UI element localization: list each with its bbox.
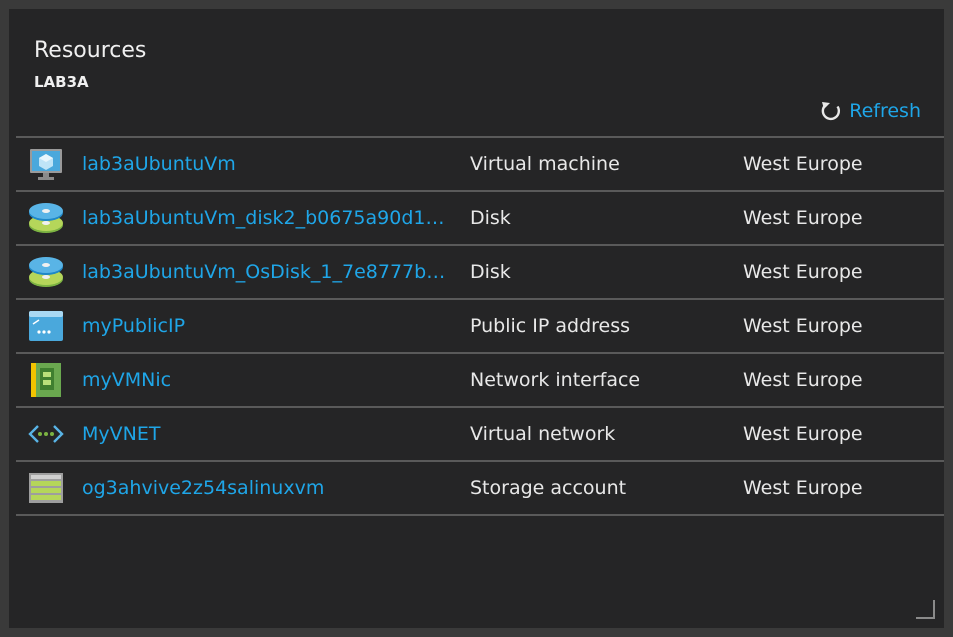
resources-tile: Resources LAB3A Refresh lab3aUbuntuVm Vi… [9, 9, 944, 628]
resource-type: Disk [470, 261, 511, 283]
resource-name-link[interactable]: myVMNic [82, 369, 452, 391]
resource-type: Virtual machine [470, 153, 620, 175]
disk-icon [29, 257, 63, 287]
public-ip-icon [29, 311, 63, 341]
resource-type: Public IP address [470, 315, 631, 337]
resource-location: West Europe [743, 207, 863, 229]
resource-location: West Europe [743, 423, 863, 445]
resource-location: West Europe [743, 153, 863, 175]
resource-type: Storage account [470, 477, 627, 499]
table-row[interactable]: MyVNET Virtual network West Europe [16, 406, 944, 460]
disk-icon [29, 203, 63, 233]
resource-location: West Europe [743, 315, 863, 337]
resize-handle[interactable] [914, 598, 936, 620]
resources-table: lab3aUbuntuVm Virtual machine West Europ… [16, 136, 944, 516]
resource-location: West Europe [743, 477, 863, 499]
resource-type: Network interface [470, 369, 641, 391]
resource-name-link[interactable]: myPublicIP [82, 315, 452, 337]
resource-name-link[interactable]: MyVNET [82, 423, 452, 445]
table-row[interactable]: lab3aUbuntuVm_OsDisk_1_7e8777ba… Disk We… [16, 244, 944, 298]
table-row[interactable]: myPublicIP Public IP address West Europe [16, 298, 944, 352]
resource-name-link[interactable]: lab3aUbuntuVm_disk2_b0675a90d13… [82, 207, 452, 229]
resource-name-link[interactable]: lab3aUbuntuVm [82, 153, 452, 175]
resource-group-label: LAB3A [34, 73, 89, 91]
refresh-icon [821, 102, 841, 121]
resource-name-link[interactable]: lab3aUbuntuVm_OsDisk_1_7e8777ba… [82, 261, 452, 283]
network-interface-icon [31, 363, 61, 397]
table-row[interactable]: myVMNic Network interface West Europe [16, 352, 944, 406]
page-title: Resources [34, 38, 147, 63]
resource-type: Virtual network [470, 423, 616, 445]
resource-type: Disk [470, 207, 511, 229]
virtual-network-icon [28, 425, 64, 443]
resource-location: West Europe [743, 261, 863, 283]
resource-name-link[interactable]: og3ahvive2z54salinuxvm [82, 477, 452, 499]
refresh-label: Refresh [849, 100, 921, 122]
resource-location: West Europe [743, 369, 863, 391]
table-row[interactable]: og3ahvive2z54salinuxvm Storage account W… [16, 460, 944, 516]
storage-account-icon [29, 473, 63, 503]
virtual-machine-icon [30, 149, 62, 180]
refresh-button[interactable]: Refresh [819, 99, 921, 123]
table-row[interactable]: lab3aUbuntuVm Virtual machine West Europ… [16, 136, 944, 190]
table-row[interactable]: lab3aUbuntuVm_disk2_b0675a90d13… Disk We… [16, 190, 944, 244]
